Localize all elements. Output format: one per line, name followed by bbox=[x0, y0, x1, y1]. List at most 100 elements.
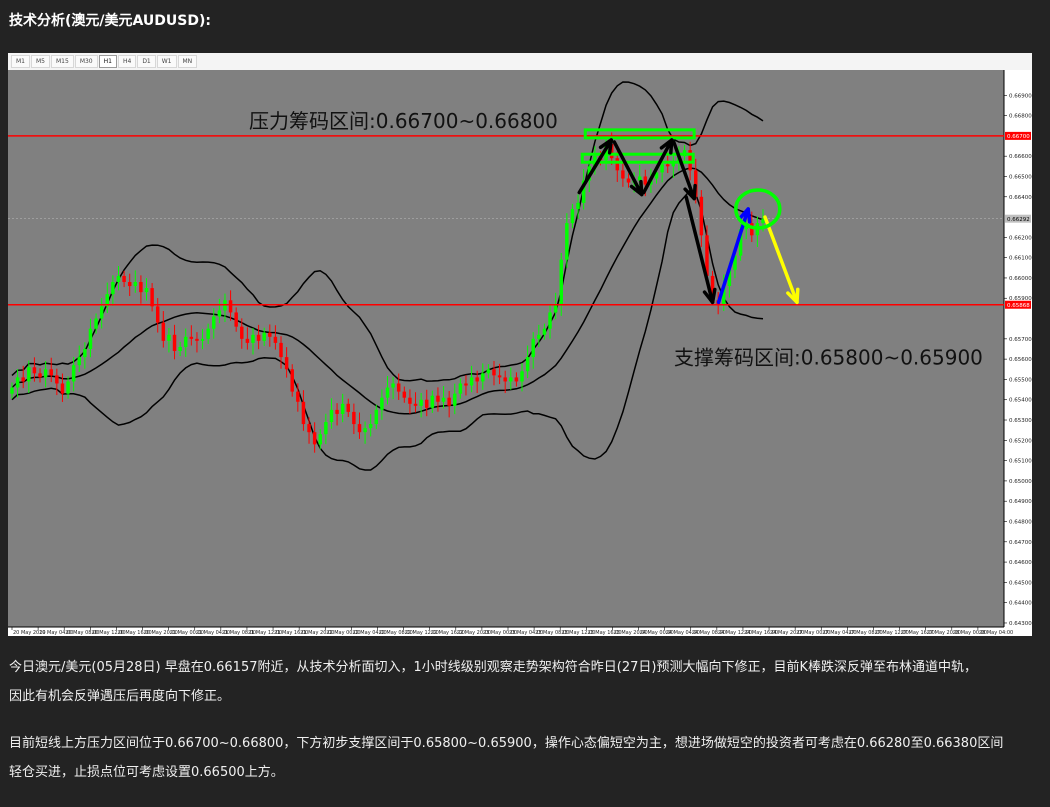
candle-body bbox=[453, 393, 457, 406]
candle-body bbox=[27, 367, 31, 382]
current-price-tag: 0.66292 bbox=[1007, 217, 1030, 223]
timeframe-button-m1[interactable]: M1 bbox=[11, 55, 30, 68]
candle-body bbox=[419, 399, 423, 406]
price-tick-label: 0.64800 bbox=[1009, 519, 1032, 525]
candle-body bbox=[665, 164, 670, 167]
candle-body bbox=[352, 411, 356, 425]
candle-body bbox=[385, 387, 390, 398]
candle-body bbox=[99, 306, 104, 319]
candle-body bbox=[15, 377, 20, 388]
support-price-tag: 0.65868 bbox=[1007, 303, 1030, 309]
candle-body bbox=[21, 377, 25, 382]
candle-body bbox=[66, 381, 70, 394]
candle-body bbox=[139, 282, 143, 293]
candle-body bbox=[553, 304, 558, 313]
candle-body bbox=[55, 375, 59, 384]
resistance-price-tag: 0.66700 bbox=[1007, 134, 1030, 140]
candle-body bbox=[396, 383, 401, 392]
paragraph-2: 目前短线上方压力区间位于0.66700~0.66800，下方初步支撑区间于0.6… bbox=[9, 729, 1037, 787]
timeframe-button-h4[interactable]: H4 bbox=[117, 55, 137, 68]
candle-body bbox=[615, 158, 620, 171]
candle-body bbox=[273, 336, 278, 343]
price-tick-label: 0.64300 bbox=[1009, 621, 1032, 627]
candle-body bbox=[570, 208, 575, 224]
candle-body bbox=[161, 322, 166, 341]
paragraph-line: 今日澳元/美元(05月28日) 早盘在0.66157附近，从技术分析面切入，1小… bbox=[9, 660, 977, 675]
timeframe-button-w1[interactable]: W1 bbox=[156, 55, 177, 68]
candle-body bbox=[660, 164, 664, 173]
candle-body bbox=[200, 338, 205, 341]
candle-body bbox=[71, 365, 76, 382]
candle-body bbox=[542, 328, 547, 335]
candle-body bbox=[329, 409, 334, 423]
candle-body bbox=[626, 178, 631, 183]
candle-body bbox=[122, 275, 126, 283]
candle-body bbox=[94, 318, 98, 329]
candle-body bbox=[301, 401, 306, 425]
candle-body bbox=[38, 373, 42, 378]
candle-body bbox=[77, 357, 81, 366]
timeframe-toolbar: M1 M5 M15 M30 H1 H4 D1 W1 MN bbox=[8, 53, 1032, 71]
candle-body bbox=[548, 312, 552, 329]
timeframe-button-m30[interactable]: M30 bbox=[74, 55, 98, 68]
candle-body bbox=[111, 282, 115, 295]
price-tick-label: 0.64500 bbox=[1009, 580, 1032, 586]
candle-body bbox=[206, 328, 210, 339]
timeframe-button-mn[interactable]: MN bbox=[177, 55, 198, 68]
candle-body bbox=[234, 312, 238, 327]
price-tick-label: 0.66100 bbox=[1009, 256, 1032, 262]
candle-body bbox=[133, 282, 138, 287]
candle-body bbox=[475, 377, 479, 382]
candle-body bbox=[172, 334, 177, 352]
candle-body bbox=[514, 377, 519, 382]
page-heading: 技术分析(澳元/美元AUDUSD): bbox=[9, 13, 211, 29]
candle-body bbox=[116, 275, 121, 283]
candle-body bbox=[340, 403, 345, 414]
candle-body bbox=[424, 399, 429, 408]
candle-body bbox=[256, 334, 261, 341]
candle-body bbox=[296, 391, 300, 402]
price-tick-label: 0.65500 bbox=[1009, 377, 1032, 383]
candle-body bbox=[150, 288, 154, 307]
timeframe-button-m15[interactable]: M15 bbox=[51, 55, 74, 68]
candle-body bbox=[469, 377, 474, 386]
candle-body bbox=[189, 336, 194, 339]
candle-body bbox=[284, 357, 289, 370]
price-tick-label: 0.65600 bbox=[1009, 357, 1032, 363]
candle-body bbox=[374, 409, 379, 425]
timeframe-button-d1[interactable]: D1 bbox=[137, 55, 156, 68]
candle-body bbox=[155, 306, 160, 323]
candle-body bbox=[537, 334, 541, 339]
price-tick-label: 0.66400 bbox=[1009, 195, 1032, 201]
candle-body bbox=[531, 338, 535, 358]
candle-body bbox=[458, 383, 463, 394]
candle-body bbox=[486, 369, 491, 374]
candle-body bbox=[391, 383, 395, 388]
price-tick-label: 0.65400 bbox=[1009, 398, 1032, 404]
candle-body bbox=[178, 346, 182, 352]
candle-body bbox=[699, 196, 704, 236]
price-tick-label: 0.66000 bbox=[1009, 276, 1032, 282]
candle-body bbox=[621, 170, 625, 179]
candle-body bbox=[262, 332, 266, 341]
candle-body bbox=[643, 176, 648, 185]
timeframe-button-m5[interactable]: M5 bbox=[31, 55, 50, 68]
candle-body bbox=[32, 367, 37, 374]
candle-body bbox=[279, 342, 283, 358]
price-tick-label: 0.64400 bbox=[1009, 601, 1032, 607]
candle-body bbox=[576, 202, 580, 209]
candle-body bbox=[195, 338, 199, 341]
candle-body bbox=[565, 223, 569, 260]
candle-body bbox=[436, 395, 440, 402]
price-tick-label: 0.66600 bbox=[1009, 154, 1032, 160]
resistance-zone-label: 压力筹码区间:0.66700~0.66800 bbox=[249, 109, 558, 133]
price-tick-label: 0.64700 bbox=[1009, 540, 1032, 546]
candle-body bbox=[503, 377, 507, 382]
price-tick-label: 0.65200 bbox=[1009, 438, 1032, 444]
candlestick-chart[interactable]: 0.66900 0.66800 0.66600 0.66500 0.66400 0.662… bbox=[8, 70, 1032, 636]
timeframe-button-h1[interactable]: H1 bbox=[98, 55, 117, 68]
candle-body bbox=[10, 387, 14, 394]
price-tick-label: 0.65300 bbox=[1009, 418, 1032, 424]
candle-body bbox=[525, 357, 530, 372]
candle-body bbox=[497, 375, 502, 378]
